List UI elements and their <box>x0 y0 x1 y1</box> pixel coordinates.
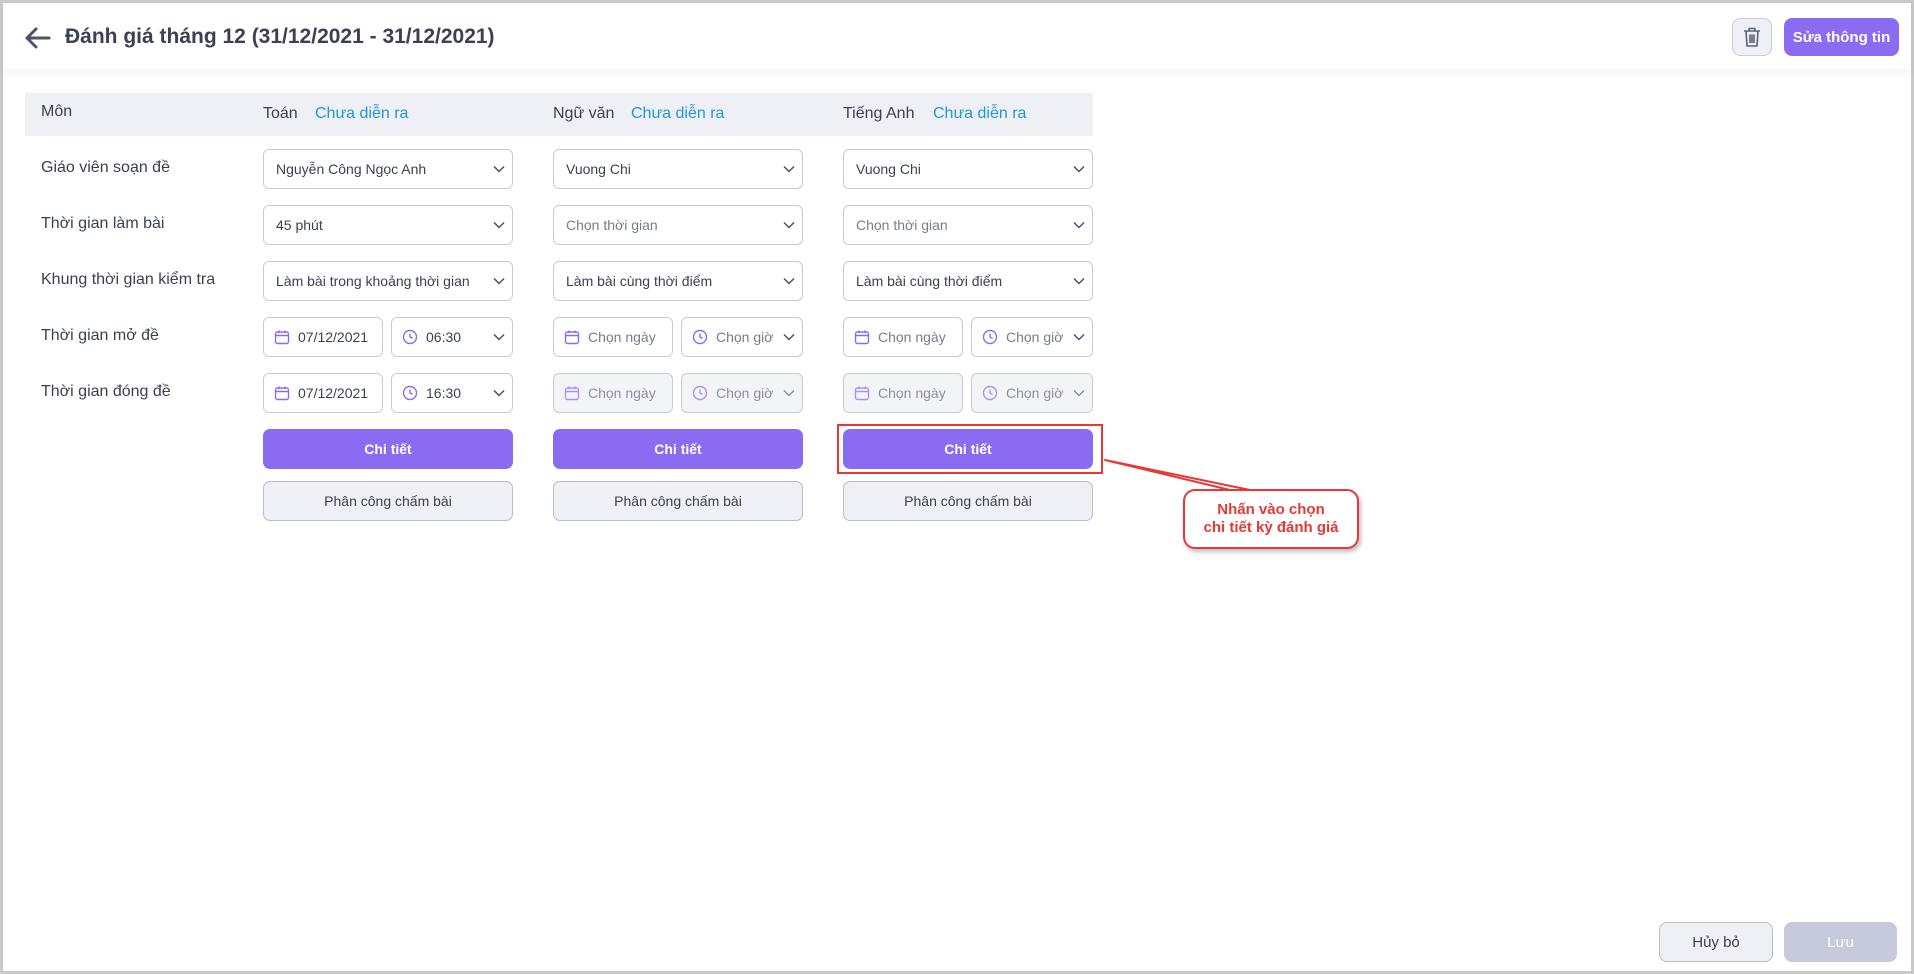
clock-icon <box>400 327 420 347</box>
time-frame-select-tieng-anh[interactable]: Làm bài cùng thời điểm <box>843 261 1093 301</box>
open-date-value: 07/12/2021 <box>298 329 369 345</box>
duration-select-value: 45 phút <box>276 217 323 233</box>
calendar-icon <box>562 327 582 347</box>
open-time-placeholder: Chọn giờ <box>716 329 774 345</box>
annotation-callout: Nhấn vào chọn chi tiết kỳ đánh giá <box>1183 489 1359 549</box>
subject-status-toan: Chưa diễn ra <box>315 105 409 122</box>
chevron-down-icon <box>1066 318 1092 356</box>
save-button[interactable]: Lưu <box>1784 922 1897 962</box>
time-frame-select-value: Làm bài cùng thời điểm <box>566 273 713 289</box>
chevron-down-icon <box>1066 150 1092 188</box>
open-time-picker-tieng-anh[interactable]: Chọn giờ <box>971 317 1093 357</box>
teacher-select-toan[interactable]: Nguyễn Công Ngọc Anh <box>263 149 513 189</box>
chevron-down-icon <box>486 150 512 188</box>
calendar-icon <box>272 327 292 347</box>
detail-button-ngu-van[interactable]: Chi tiết <box>553 429 803 469</box>
close-date-picker-ngu-van[interactable]: Chọn ngày <box>553 373 673 413</box>
open-time-picker-toan[interactable]: 06:30 <box>391 317 513 357</box>
subject-name-tieng-anh: Tiếng Anh <box>843 105 915 122</box>
open-date-picker-tieng-anh[interactable]: Chọn ngày <box>843 317 963 357</box>
calendar-icon <box>272 383 292 403</box>
teacher-select-tieng-anh[interactable]: Vuong Chi <box>843 149 1093 189</box>
chevron-down-icon <box>776 150 802 188</box>
calendar-icon <box>852 383 872 403</box>
chevron-down-icon <box>486 262 512 300</box>
row-label-open-time: Thời gian mở đề <box>41 327 159 344</box>
chevron-down-icon <box>486 318 512 356</box>
chevron-down-icon <box>776 206 802 244</box>
arrow-left-icon <box>25 27 51 49</box>
clock-icon <box>980 327 1000 347</box>
row-label-time-frame: Khung thời gian kiểm tra <box>41 271 216 288</box>
teacher-select-value: Vuong Chi <box>856 161 921 177</box>
subject-status-ngu-van: Chưa diễn ra <box>631 105 725 122</box>
subject-name-ngu-van: Ngữ văn <box>553 105 615 122</box>
duration-select-ngu-van[interactable]: Chọn thời gian <box>553 205 803 245</box>
detail-button-toan[interactable]: Chi tiết <box>263 429 513 469</box>
clock-icon <box>400 383 420 403</box>
subject-status-tieng-anh: Chưa diễn ra <box>933 105 1027 122</box>
close-date-placeholder: Chọn ngày <box>878 385 946 401</box>
calendar-icon <box>852 327 872 347</box>
assign-grading-button-toan[interactable]: Phân công chấm bài <box>263 481 513 521</box>
chevron-down-icon <box>776 318 802 356</box>
assign-grading-button-ngu-van[interactable]: Phân công chấm bài <box>553 481 803 521</box>
close-time-picker-tieng-anh[interactable]: Chọn giờ <box>971 373 1093 413</box>
trash-icon <box>1744 27 1760 47</box>
teacher-select-value: Nguyễn Công Ngọc Anh <box>276 161 427 177</box>
open-date-picker-toan[interactable]: 07/12/2021 <box>263 317 383 357</box>
clock-icon <box>690 383 710 403</box>
chevron-down-icon <box>1066 206 1092 244</box>
close-date-picker-tieng-anh[interactable]: Chọn ngày <box>843 373 963 413</box>
cancel-button[interactable]: Hủy bỏ <box>1659 922 1773 962</box>
close-time-picker-toan[interactable]: 16:30 <box>391 373 513 413</box>
page-header: Đánh giá tháng 12 (31/12/2021 - 31/12/20… <box>3 3 1911 69</box>
time-frame-select-value: Làm bài cùng thời điểm <box>856 273 1003 289</box>
annotation-line-2: chi tiết kỳ đánh giá <box>1203 519 1339 536</box>
chevron-down-icon <box>1066 262 1092 300</box>
close-time-value: 16:30 <box>426 385 462 401</box>
page-title: Đánh giá tháng 12 (31/12/2021 - 31/12/20… <box>65 25 495 48</box>
subject-column-label: Môn <box>41 103 73 120</box>
close-date-picker-toan[interactable]: 07/12/2021 <box>263 373 383 413</box>
delete-button[interactable] <box>1732 18 1772 56</box>
annotation-highlight-box <box>837 424 1103 474</box>
time-frame-select-toan[interactable]: Làm bài trong khoảng thời gian <box>263 261 513 301</box>
teacher-select-value: Vuong Chi <box>566 161 631 177</box>
duration-select-placeholder: Chọn thời gian <box>856 217 948 233</box>
open-date-placeholder: Chọn ngày <box>588 329 656 345</box>
time-frame-select-ngu-van[interactable]: Làm bài cùng thời điểm <box>553 261 803 301</box>
assign-grading-button-tieng-anh[interactable]: Phân công chấm bài <box>843 481 1093 521</box>
chevron-down-icon <box>486 374 512 412</box>
chevron-down-icon <box>776 374 802 412</box>
open-date-placeholder: Chọn ngày <box>878 329 946 345</box>
row-label-duration: Thời gian làm bài <box>41 215 165 232</box>
open-time-value: 06:30 <box>426 329 462 345</box>
annotation-line-1: Nhấn vào chọn <box>1217 501 1325 518</box>
close-time-picker-ngu-van[interactable]: Chọn giờ <box>681 373 803 413</box>
chevron-down-icon <box>486 206 512 244</box>
duration-select-tieng-anh[interactable]: Chọn thời gian <box>843 205 1093 245</box>
clock-icon <box>690 327 710 347</box>
close-time-placeholder: Chọn giờ <box>716 385 774 401</box>
chevron-down-icon <box>776 262 802 300</box>
time-frame-select-value: Làm bài trong khoảng thời gian <box>276 273 470 289</box>
row-label-close-time: Thời gian đóng đề <box>41 383 171 400</box>
open-time-picker-ngu-van[interactable]: Chọn giờ <box>681 317 803 357</box>
duration-select-toan[interactable]: 45 phút <box>263 205 513 245</box>
open-date-picker-ngu-van[interactable]: Chọn ngày <box>553 317 673 357</box>
close-date-value: 07/12/2021 <box>298 385 369 401</box>
chevron-down-icon <box>1066 374 1092 412</box>
teacher-select-ngu-van[interactable]: Vuong Chi <box>553 149 803 189</box>
row-label-teacher: Giáo viên soạn đề <box>41 159 170 176</box>
edit-info-button[interactable]: Sửa thông tin <box>1784 18 1899 56</box>
clock-icon <box>980 383 1000 403</box>
duration-select-placeholder: Chọn thời gian <box>566 217 658 233</box>
open-time-placeholder: Chọn giờ <box>1006 329 1064 345</box>
calendar-icon <box>562 383 582 403</box>
close-date-placeholder: Chọn ngày <box>588 385 656 401</box>
back-button[interactable] <box>23 25 53 51</box>
subject-name-toan: Toán <box>263 105 298 122</box>
close-time-placeholder: Chọn giờ <box>1006 385 1064 401</box>
